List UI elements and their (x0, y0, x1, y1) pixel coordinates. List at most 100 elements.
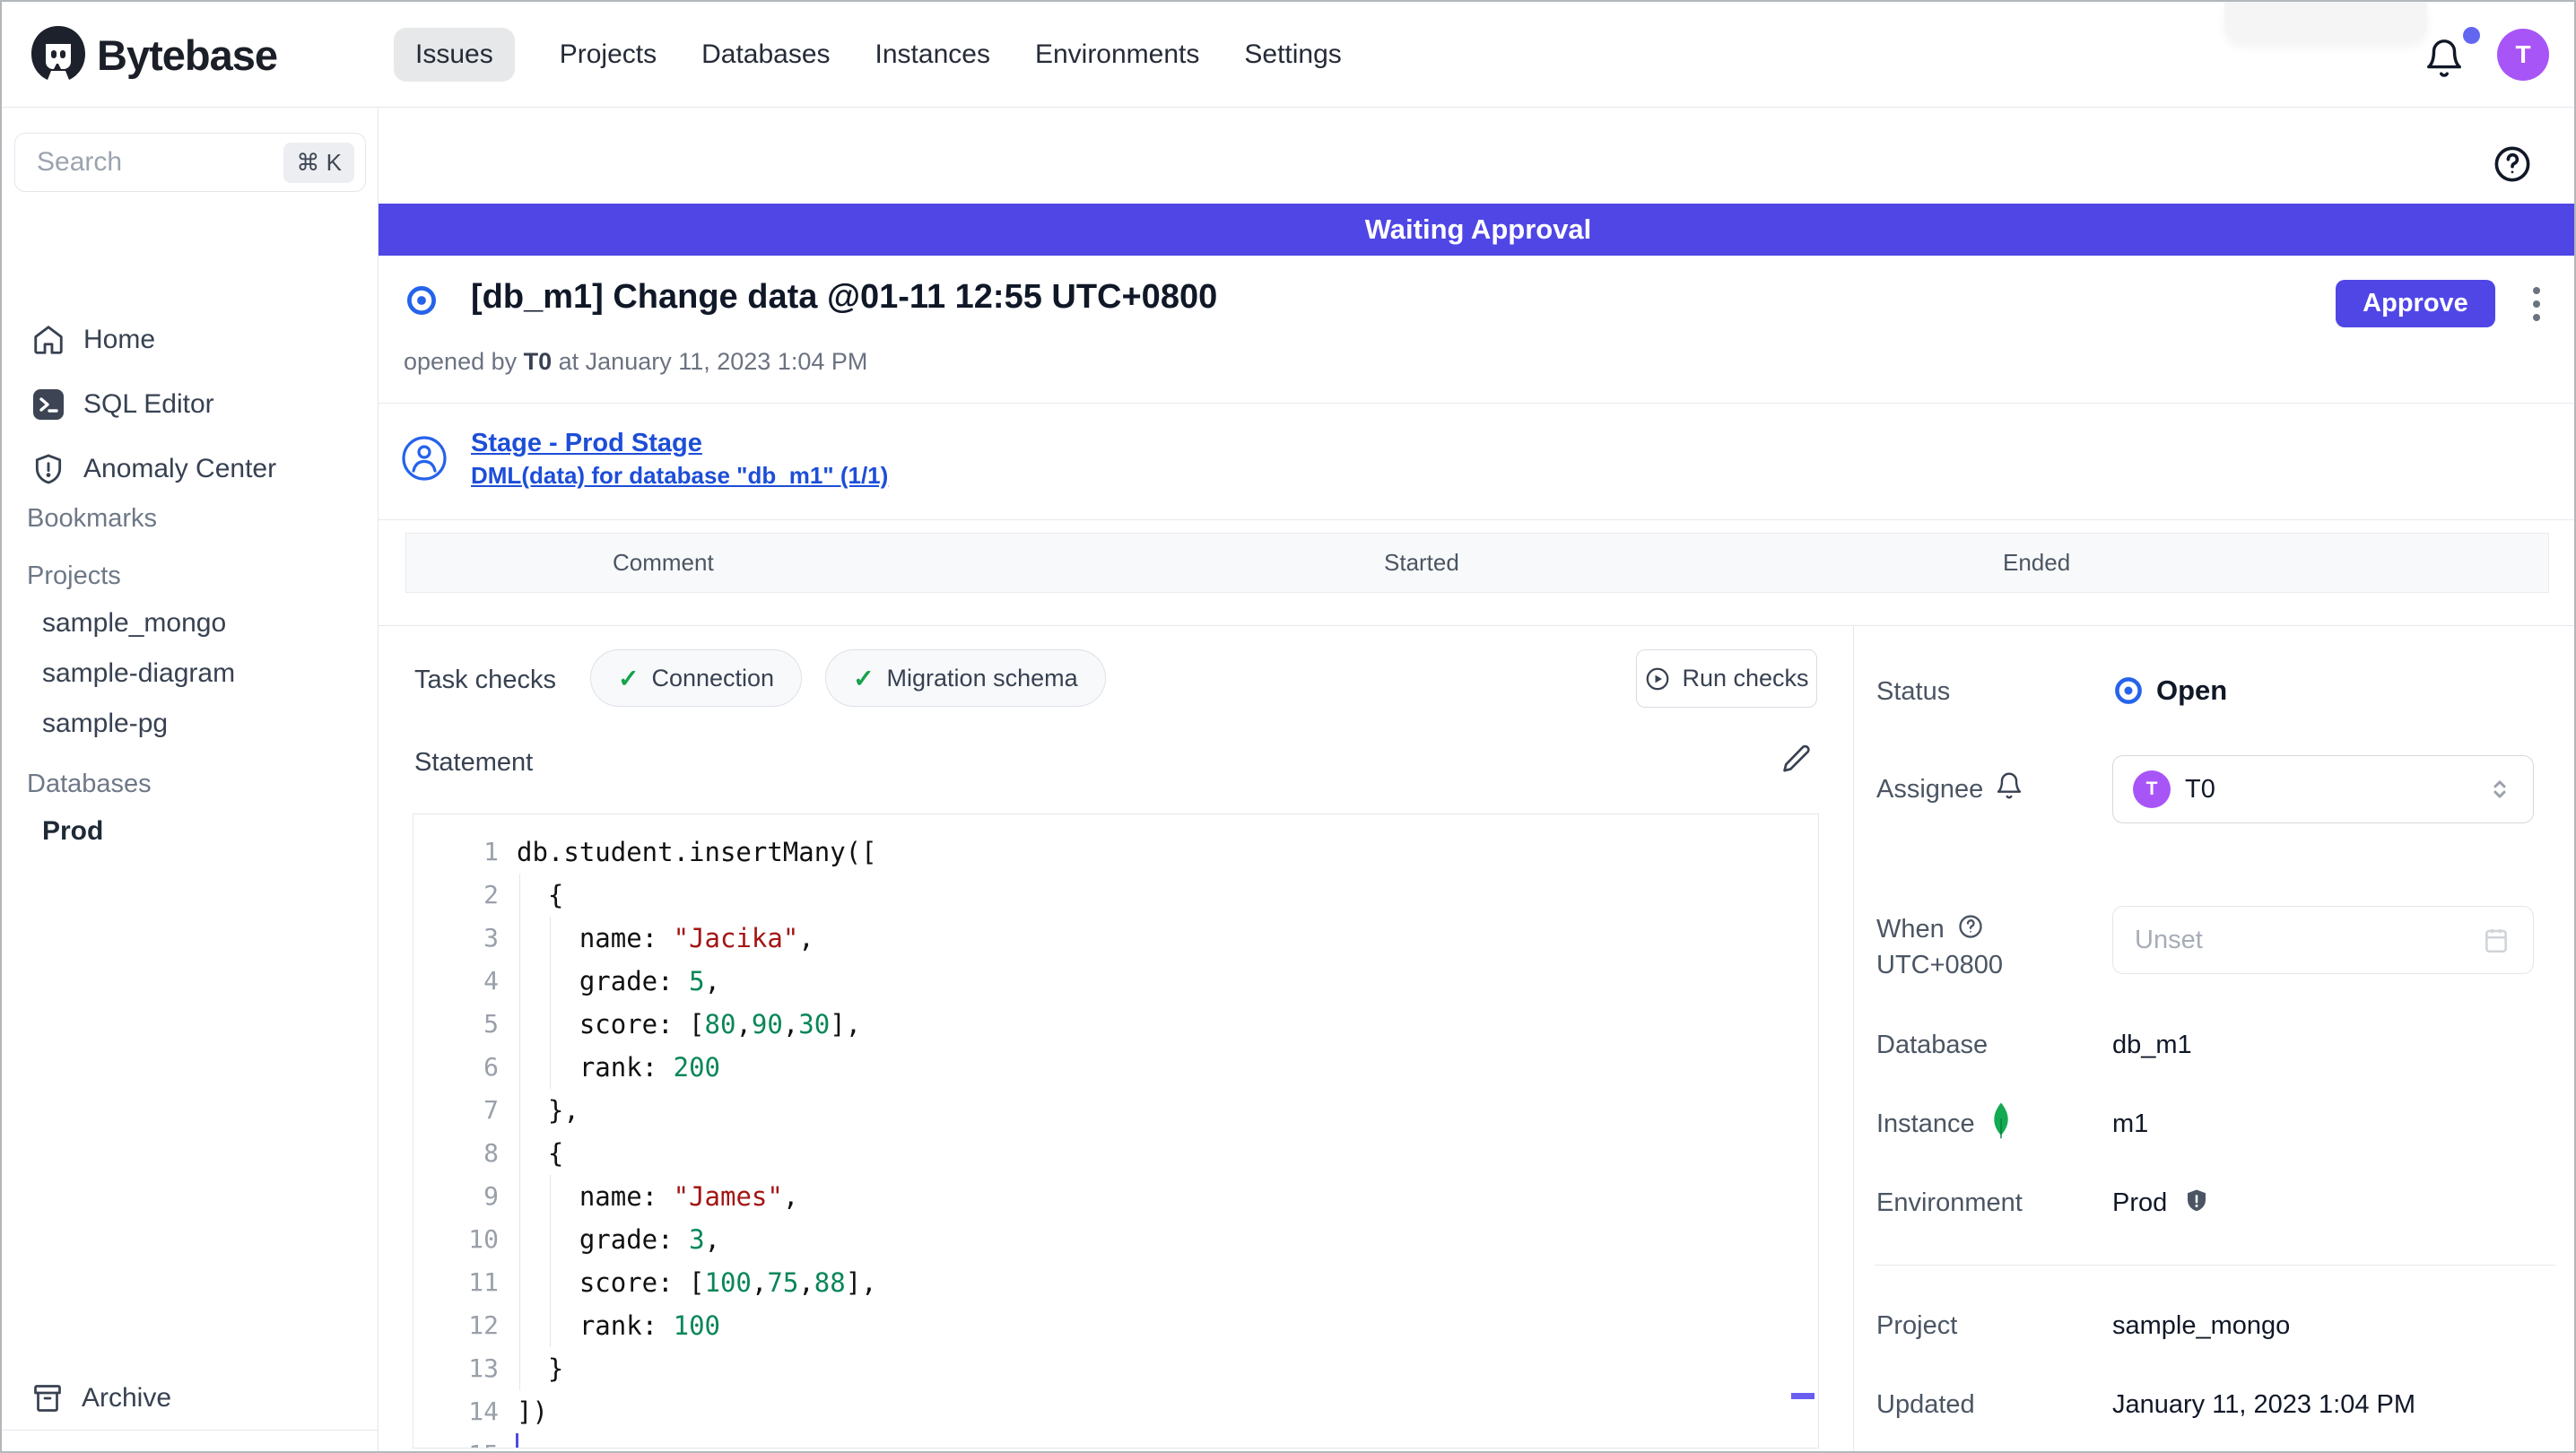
assignee-value: T0 (2185, 774, 2215, 804)
sidebar-item-archive[interactable]: Archive (2, 1372, 379, 1424)
code-line: }, (517, 1095, 579, 1126)
task-check-label: Migration schema (886, 664, 1078, 692)
task-check-badges: ✓ Connection ✓ Migration schema (590, 649, 1106, 707)
database-label: Database (1876, 1031, 1989, 1059)
task-check-connection[interactable]: ✓ Connection (590, 649, 803, 707)
line-number: 10 (468, 1224, 499, 1254)
task-runs-table: Comment Started Ended (405, 533, 2549, 593)
search-input[interactable]: Search ⌘ K (14, 133, 366, 192)
task-check-migration-schema[interactable]: ✓ Migration schema (825, 649, 1106, 707)
line-number: 8 (483, 1138, 499, 1168)
chevron-updown-icon (2493, 780, 2506, 798)
line-number: 2 (483, 880, 499, 909)
status-label: Status (1876, 677, 1951, 706)
code-line: score: [100,75,88], (517, 1267, 877, 1298)
line-number: 5 (483, 1009, 499, 1039)
code-line: rank: 200 (517, 1052, 720, 1083)
search-shortcut-key: ⌘ K (283, 142, 354, 183)
environment-value: Prod (2112, 1188, 2210, 1218)
project-value: sample_mongo (2112, 1311, 2291, 1340)
updated-value: January 11, 2023 1:04 PM (2112, 1390, 2416, 1419)
stage-link[interactable]: Stage - Prod Stage (471, 429, 702, 458)
code-line: grade: 3, (517, 1224, 720, 1255)
stage-task-link[interactable]: DML(data) for database "db_m1" (1/1) (471, 462, 888, 490)
run-checks-button[interactable]: Run checks (1636, 649, 1817, 708)
home-icon (34, 326, 63, 354)
waiting-approval-banner: Waiting Approval (379, 204, 2574, 256)
code-line: { (517, 1138, 564, 1169)
sidebar-item-sample-diagram[interactable]: sample-diagram (42, 658, 235, 689)
line-number: 1 (483, 837, 499, 866)
nav-tab-environments[interactable]: Environments (1035, 28, 1199, 82)
sidebar-section-bookmarks: Bookmarks (27, 504, 158, 533)
run-checks-label: Run checks (1682, 665, 1809, 692)
column-header-ended: Ended (2003, 549, 2071, 576)
more-options-kebab-icon[interactable] (2519, 282, 2554, 326)
sidebar-item-anomaly-center[interactable]: Anomaly Center (2, 443, 379, 495)
sql-statement-editor[interactable]: 1 db.student.insertMany([2 {3 name: "Jaci… (413, 814, 1819, 1449)
nav-tab-issues[interactable]: Issues (394, 28, 515, 82)
stage-assignee-icon (402, 436, 447, 481)
user-avatar[interactable]: T (2497, 29, 2549, 81)
sidebar-item-prod[interactable]: Prod (42, 816, 103, 847)
edit-pencil-icon[interactable] (1781, 743, 1814, 775)
panel-section-divider (1875, 1265, 2556, 1266)
sidebar-item-sample-pg[interactable]: sample-pg (42, 709, 168, 739)
divider (379, 403, 2574, 404)
line-number: 12 (468, 1310, 499, 1340)
task-check-label: Connection (651, 664, 775, 692)
sidebar-item-label: Home (83, 325, 156, 354)
sidebar: Search ⌘ K Home SQL Editor Anomaly Cente… (2, 108, 379, 1451)
nav-tab-settings[interactable]: Settings (1244, 28, 1341, 82)
code-line: score: [80,90,30], (517, 1009, 862, 1040)
line-number: 6 (483, 1052, 499, 1082)
sidebar-section-databases: Databases (27, 770, 152, 798)
column-header-started: Started (1384, 549, 1459, 576)
code-line: db.student.insertMany([ (517, 837, 877, 867)
nav-tab-instances[interactable]: Instances (875, 28, 990, 82)
approve-button[interactable]: Approve (2336, 280, 2495, 327)
sidebar-divider (2, 1430, 379, 1431)
sql-editor-icon (33, 389, 64, 420)
bytebase-app: Bytebase Issues Projects Databases Instance… (0, 0, 2576, 1453)
panel-divider (1853, 625, 1854, 1451)
line-number: 15 (413, 1433, 499, 1448)
help-icon[interactable] (2492, 144, 2533, 185)
section-divider (379, 625, 2574, 626)
assignee-avatar: T (2133, 770, 2171, 808)
sidebar-section-projects: Projects (27, 561, 121, 590)
nav-tab-databases[interactable]: Databases (701, 28, 830, 82)
code-line: } (517, 1353, 564, 1384)
line-number: 4 (483, 966, 499, 996)
mongodb-leaf-icon (1994, 1102, 2008, 1139)
column-header-comment: Comment (613, 549, 714, 576)
status-value: Open (2156, 674, 2228, 706)
text-cursor (516, 1433, 518, 1448)
issue-title: [db_m1] Change data @01-11 12:55 UTC+080… (471, 278, 1218, 316)
subscribe-bell-icon[interactable] (1995, 771, 2023, 800)
when-help-icon[interactable] (1957, 913, 1984, 940)
line-number: 13 (468, 1353, 499, 1383)
notification-bell-icon[interactable] (2424, 38, 2467, 81)
anomaly-shield-icon (35, 454, 62, 484)
assignee-select[interactable]: T T0 (2112, 755, 2534, 823)
sidebar-item-sql-editor[interactable]: SQL Editor (2, 378, 379, 431)
when-timezone: UTC+0800 (1876, 951, 2004, 979)
nav-tab-projects[interactable]: Projects (560, 28, 657, 82)
line-number: 3 (483, 923, 499, 953)
sidebar-item-home[interactable]: Home (2, 314, 379, 366)
environment-label: Environment (1876, 1188, 2023, 1217)
sidebar-item-sample_mongo[interactable]: sample_mongo (42, 608, 226, 639)
line-number: 9 (483, 1181, 499, 1211)
line-number: 11 (468, 1267, 499, 1297)
status-open-icon (2115, 677, 2142, 704)
issue-opened-meta: opened by T0 at January 11, 2023 1:04 PM (404, 348, 868, 375)
code-line: grade: 5, (517, 966, 720, 996)
brand-wordmark: Bytebase (97, 31, 278, 79)
check-pass-icon: ✓ (853, 664, 875, 692)
line-number: 7 (483, 1095, 499, 1125)
code-line: ]) (517, 1396, 548, 1427)
sidebar-item-label: Archive (82, 1383, 172, 1413)
when-datetime-input[interactable]: Unset (2112, 906, 2534, 974)
issue-author: T0 (523, 348, 553, 375)
